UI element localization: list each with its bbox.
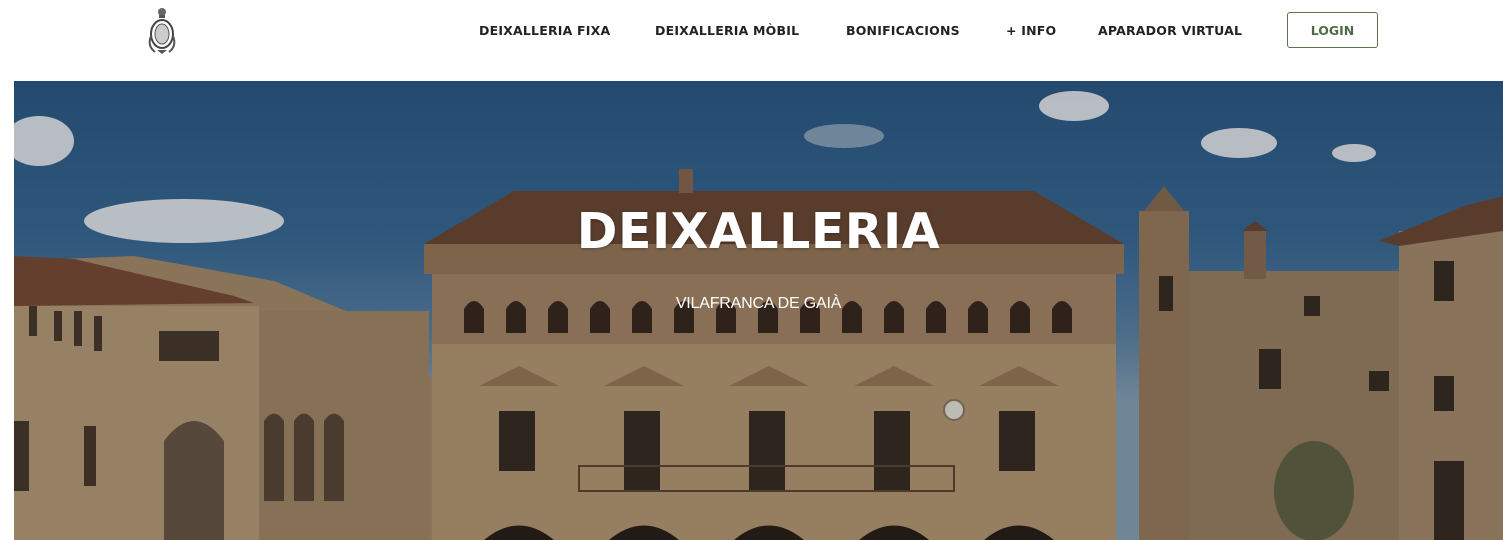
nav-deixalleria-fixa[interactable]: DEIXALLERIA FIXA [479,23,610,38]
login-button[interactable]: LOGIN [1287,12,1378,48]
hero-banner: DEIXALLERIA VILAFRANCA DE GAIÀ [14,81,1503,540]
hero-title: DEIXALLERIA [576,203,941,260]
hero-subtitle: VILAFRANCA DE GAIÀ [675,295,842,312]
nav-aparador-virtual[interactable]: APARADOR VIRTUAL [1098,23,1242,38]
nav-bonificacions[interactable]: BONIFICACIONS [846,23,960,38]
nav-info[interactable]: + INFO [1006,23,1056,38]
site-header: DEIXALLERIA FIXA DEIXALLERIA MÒBIL BONIF… [0,0,1503,81]
nav-deixalleria-mobil[interactable]: DEIXALLERIA MÒBIL [655,23,799,38]
coat-of-arms-icon[interactable] [145,6,179,56]
